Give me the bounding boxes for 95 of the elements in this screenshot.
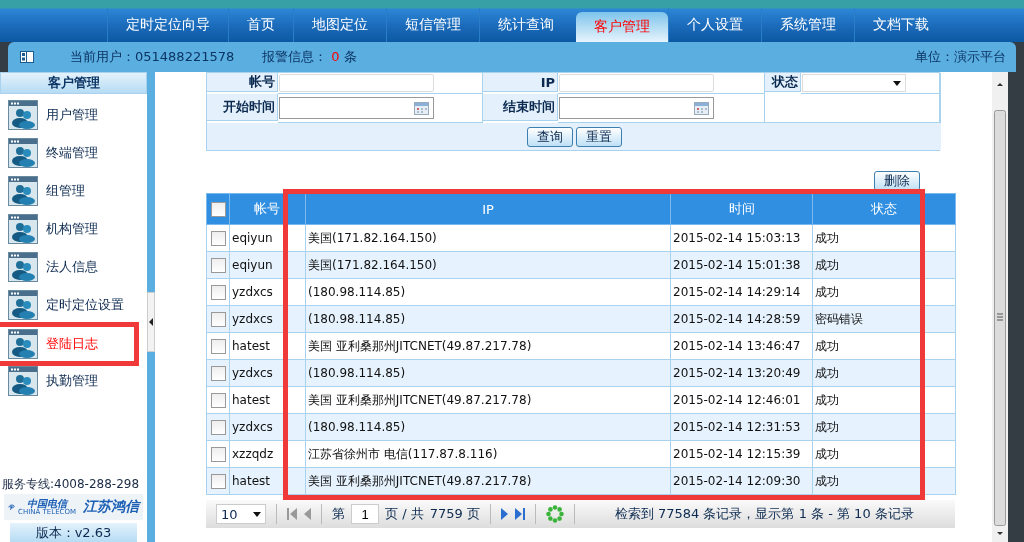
company-name: 江苏鸿信 [83, 498, 139, 516]
table-cell: 成功 [812, 440, 956, 468]
first-page-icon[interactable] [287, 508, 297, 520]
page-label: 第 [332, 505, 345, 523]
table-cell: (180.98.114.85) [305, 413, 671, 441]
table-cell: 江苏省徐州市 电信(117.87.8.116) [305, 440, 671, 468]
field-label: IP [483, 73, 558, 92]
table-cell: 成功 [812, 224, 956, 252]
sidebar-item[interactable]: 终端管理 [0, 134, 147, 172]
table-cell: 美国 亚利桑那州JITCNET(49.87.217.78) [305, 386, 671, 414]
date-field[interactable] [559, 97, 714, 119]
alarm-label: 报警信息： [262, 49, 328, 64]
last-page-icon[interactable] [514, 508, 525, 520]
table-cell: 2015-02-14 13:20:49 [670, 359, 813, 387]
sidebar-item[interactable]: 法人信息 [0, 248, 147, 286]
current-user: 当前用户：051488221578 [70, 48, 235, 66]
user-group-icon [8, 366, 38, 396]
total-pages: 7759 页 [429, 505, 480, 523]
table-cell: 成功 [812, 278, 956, 306]
sidebar-item[interactable]: 定时定位设置 [0, 286, 147, 324]
checkbox[interactable] [210, 392, 226, 408]
field-label: 开始时间 [207, 94, 278, 121]
next-page-icon[interactable] [500, 508, 509, 520]
filter-button[interactable]: 查询 [526, 126, 573, 147]
input-field[interactable] [559, 74, 714, 92]
table-cell: 成功 [812, 332, 956, 360]
table-cell: (180.98.114.85) [305, 305, 671, 333]
user-group-icon [8, 329, 38, 359]
table-cell: 2015-02-14 13:46:47 [670, 332, 813, 360]
filter-button[interactable]: 重置 [575, 126, 622, 147]
previous-page-icon[interactable] [303, 508, 311, 520]
user-group-icon [8, 252, 38, 282]
version-label: 版本：v2.63 [10, 523, 137, 542]
table-cell: 2015-02-14 12:46:01 [670, 386, 813, 414]
table-cell: 2015-02-14 15:01:38 [670, 251, 813, 279]
column-header: 帐号 [229, 193, 285, 225]
checkbox[interactable] [210, 230, 226, 246]
user-group-icon [8, 176, 38, 206]
date-field[interactable] [279, 97, 434, 119]
unit-label: 单位：演示平台 [915, 48, 1006, 66]
checkbox[interactable] [210, 338, 226, 354]
page-size-value: 10 [221, 506, 238, 522]
field-label: 帐号 [207, 73, 278, 92]
table-cell: 2015-02-14 15:03:13 [670, 224, 813, 252]
column-header: 时间 [670, 193, 813, 225]
table-cell: 成功 [812, 386, 956, 414]
sidebar-item[interactable]: 执勤管理 [0, 362, 147, 400]
hotline-text: 服务专线:4008-288-298 [1, 476, 141, 493]
input-field[interactable] [279, 74, 434, 92]
checkbox[interactable] [210, 365, 226, 381]
table-cell: 2015-02-14 14:29:14 [670, 278, 813, 306]
collapse-arrow-icon [149, 318, 153, 326]
table-cell: 美国(171.82.164.150) [305, 224, 671, 252]
calendar-icon [414, 101, 429, 115]
caret-icon [893, 80, 901, 86]
page-size-select[interactable]: 10 [216, 504, 266, 524]
checkbox[interactable] [210, 473, 226, 489]
table-cell: (180.98.114.85) [305, 359, 671, 387]
checkbox[interactable] [210, 419, 226, 435]
calendar-icon [694, 101, 709, 115]
sidebar-item[interactable]: 机构管理 [0, 210, 147, 248]
brand-name: 中国电信 [27, 498, 68, 509]
sidebar-item[interactable]: 用户管理 [0, 96, 147, 134]
checkbox[interactable] [210, 311, 226, 327]
sidebar-item[interactable]: 组管理 [0, 172, 147, 210]
page-label: 页 / 共 [385, 505, 424, 523]
table-cell: 美国(171.82.164.150) [305, 251, 671, 279]
field-label: 状态 [765, 73, 801, 92]
column-header: IP [305, 193, 671, 225]
refresh-icon[interactable] [545, 505, 564, 523]
table-cell: 2015-02-14 12:15:39 [670, 440, 813, 468]
user-group-icon [8, 100, 38, 130]
user-group-icon [8, 138, 38, 168]
checkbox[interactable] [210, 201, 226, 217]
table-cell: (180.98.114.85) [305, 278, 671, 306]
user-group-icon [8, 290, 38, 320]
checkbox[interactable] [210, 446, 226, 462]
table-cell: 2015-02-14 14:28:59 [670, 305, 813, 333]
alarm-count: 0 [331, 49, 340, 64]
table-cell: 美国 亚利桑那州JITCNET(49.87.217.78) [305, 467, 671, 495]
panel-title: 客户管理 [0, 72, 147, 94]
layout-icon [20, 51, 34, 63]
table-cell: 2015-02-14 12:09:30 [670, 467, 813, 495]
user-group-icon [8, 214, 38, 244]
field-label: 结束时间 [483, 94, 558, 121]
checkbox[interactable] [210, 284, 226, 300]
page-input[interactable]: 1 [351, 504, 379, 524]
table-cell: 美国 亚利桑那州JITCNET(49.87.217.78) [305, 332, 671, 360]
record-summary: 检索到 77584 条记录，显示第 1 条 - 第 10 条记录 [614, 505, 914, 523]
caret-icon [253, 511, 261, 517]
checkbox[interactable] [210, 257, 226, 273]
delete-button[interactable]: 删除 [874, 171, 920, 191]
table-cell: 2015-02-14 12:31:53 [670, 413, 813, 441]
alarm-unit: 条 [343, 49, 357, 64]
sidebar-item[interactable]: 登陆日志 [0, 327, 134, 361]
